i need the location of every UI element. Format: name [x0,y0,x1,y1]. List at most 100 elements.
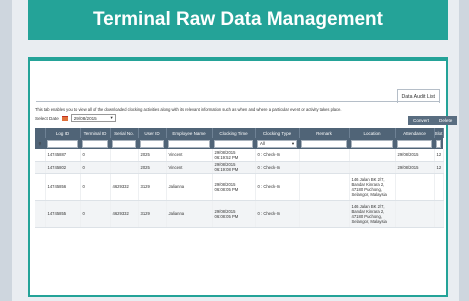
cell-employee-name: Jalianna [166,200,213,228]
filter-terminal-id-input[interactable] [82,139,108,148]
filter-location-input[interactable] [351,139,393,148]
data-audit-table: Log ID Terminal ID Serial No. User ID Em… [35,128,444,228]
table-row[interactable]: 14745887 0 2025 Vincent 29/08/2015 06:19… [35,149,444,162]
row-spacer [35,161,46,174]
cell-slot: 12 [434,149,444,162]
filter-cell [299,138,349,149]
tab-divider [36,101,440,102]
delete-button[interactable]: Delete [434,116,458,125]
cell-user-id: 3129 [138,173,167,201]
cell-user-id: 2025 [138,149,167,162]
cell-serial-no [110,149,139,162]
row-spacer [35,200,46,228]
cell-location [349,149,396,162]
date-select-value: 29/08/2015 [73,115,97,121]
cell-employee-name: Jalianna [166,173,213,201]
cell-clocking-type: 0 : Check-In [255,161,300,174]
cell-user-id: 3129 [138,200,167,228]
column-header-slot[interactable]: Slot [434,128,444,138]
filter-attendance-input[interactable] [397,139,432,148]
column-header-serial-no[interactable]: Serial No. [110,128,139,138]
convert-button[interactable]: Convert [408,116,435,125]
cell-attendance: 29/08/2015 [395,149,435,162]
cell-log-id: 14745802 [45,161,81,174]
column-header-remark[interactable]: Remark [299,128,350,138]
cell-location [349,161,396,174]
table-header-row: Log ID Terminal ID Serial No. User ID Em… [35,128,444,138]
cell-remark [299,161,350,174]
column-header-clocking-type[interactable]: Clocking Type [255,128,300,138]
cell-remark [299,173,350,201]
cell-user-id: 2025 [138,161,167,174]
content-panel: Data Audit List This tab enables you to … [28,57,458,297]
column-header-employee-name[interactable]: Employee Name [166,128,213,138]
filter-cell [80,138,110,149]
cell-serial-no [110,161,139,174]
cell-slot [434,200,444,228]
filter-slot-input[interactable] [436,139,441,148]
date-select[interactable]: 29/08/2015 ▾ [70,114,116,122]
filter-clocking-time-input[interactable] [214,139,253,148]
filter-row: ⚲ All ▾ [35,138,443,149]
cell-serial-no: 4629332 [110,200,139,228]
cell-clocking-time: 29/08/2015 06:19:08 PM [212,161,256,174]
cell-terminal-id: 0 [80,161,111,174]
row-spacer [35,149,46,162]
cell-clocking-time: 29/08/2015 06:08:05 PM [212,173,256,201]
page-title: Terminal Raw Data Management [28,0,448,40]
filter-clocking-type-select[interactable]: All ▾ [257,139,297,148]
filter-cell [212,138,255,149]
cell-slot [434,173,444,201]
table-row[interactable]: 14745856 0 4629332 3129 Jalianna 29/08/2… [35,173,444,201]
cell-remark [299,200,350,228]
cell-employee-name: Vincent [166,161,213,174]
calendar-icon[interactable] [61,115,68,121]
cell-clocking-type: 0 : Check-In [255,173,300,201]
left-sidebar-strip [0,0,12,301]
cell-terminal-id: 0 [80,149,111,162]
cell-clocking-type: 0 : Check-In [255,200,300,228]
filter-user-id-input[interactable] [140,139,164,148]
column-header-terminal-id[interactable]: Terminal ID [80,128,111,138]
cell-location: 146 Jalan BK 2/7, Bandar Kinrara 2, 4718… [349,173,396,201]
filter-remark-input[interactable] [301,139,347,148]
column-header-location[interactable]: Location [349,128,396,138]
cell-terminal-id: 0 [80,173,111,201]
cell-attendance [395,173,435,201]
cell-clocking-time: 29/08/2015 06:19:52 PM [212,149,256,162]
filter-cell [166,138,212,149]
table-row[interactable]: 14745855 0 4629332 3129 Jalianna 29/08/2… [35,200,444,228]
chevron-down-icon: ▾ [110,115,113,120]
table-row[interactable]: 14745802 0 2025 Vincent 29/08/2015 06:19… [35,161,444,174]
filter-cell [349,138,395,149]
cell-employee-name: Vincent [166,149,213,162]
chevron-down-icon: ▾ [291,141,294,146]
cell-log-id: 14745856 [45,173,81,201]
cell-log-id: 14745887 [45,149,81,162]
column-header-clocking-time[interactable]: Clocking Time [212,128,256,138]
row-spacer [35,173,46,201]
column-header-user-id[interactable]: User ID [138,128,167,138]
cell-location: 146 Jalan BK 2/7, Bandar Kinrara 2, 4718… [349,200,396,228]
filter-cell [110,138,138,149]
search-icon[interactable]: ⚲ [35,138,45,149]
filter-employee-name-input[interactable] [168,139,210,148]
right-sidebar-strip [459,0,469,301]
column-header-log-id[interactable]: Log ID [45,128,81,138]
column-header-attendance[interactable]: Attendance [395,128,435,138]
cell-clocking-time: 29/08/2015 06:08:05 PM [212,200,256,228]
cell-attendance: 29/08/2015 [395,161,435,174]
filter-cell [45,138,80,149]
cell-slot: 12 [434,161,444,174]
filter-log-id-input[interactable] [47,139,78,148]
tab-description: This tab enables you to view all of the … [35,107,342,112]
filter-serial-no-input[interactable] [112,139,136,148]
cell-log-id: 14745855 [45,200,81,228]
filter-cell: All ▾ [255,138,299,149]
filter-clocking-type-value: All [260,141,265,146]
cell-attendance [395,200,435,228]
cell-remark [299,149,350,162]
filter-cell [138,138,166,149]
filter-cell [434,138,443,149]
filter-cell [395,138,434,149]
